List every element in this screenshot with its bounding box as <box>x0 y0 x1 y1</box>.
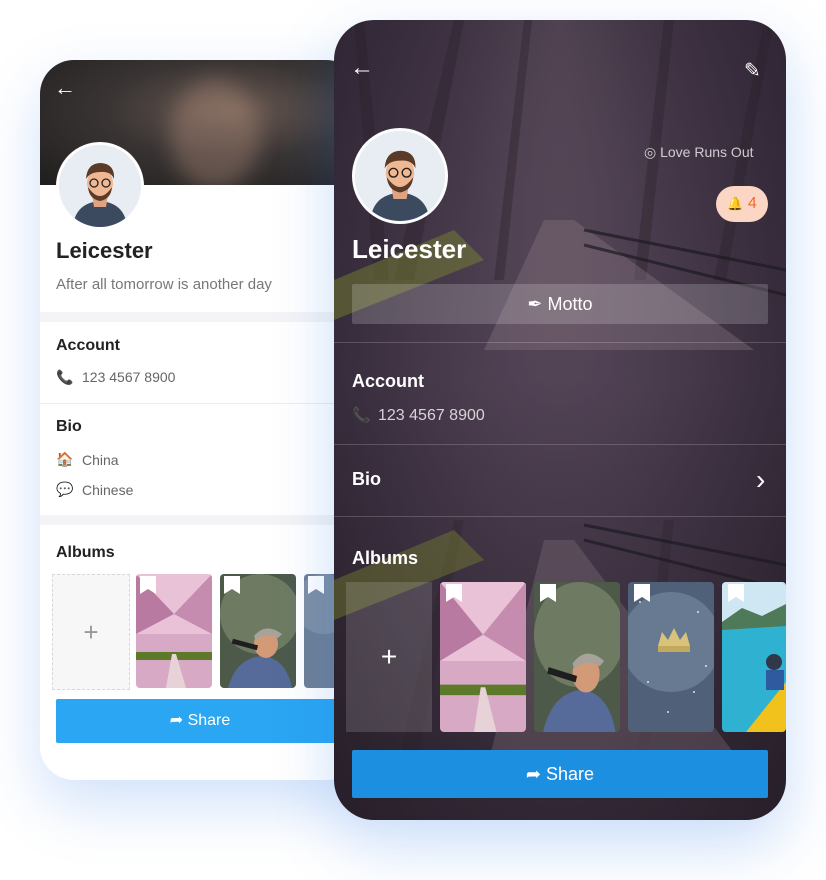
singer-photo <box>534 582 620 732</box>
notification-badge[interactable]: 🔔 4 <box>716 186 768 222</box>
album-thumb-cherry-blossom[interactable] <box>440 582 526 732</box>
speech-bubble-icon: 💬 <box>56 481 74 497</box>
crown-photo <box>628 582 714 732</box>
account-phone: 123 4567 8900 <box>82 369 176 385</box>
divider <box>40 403 360 404</box>
share-icon: ➦ <box>525 764 542 784</box>
divider <box>334 444 786 445</box>
bio-language: Chinese <box>82 482 134 498</box>
avatar-illustration <box>59 145 141 227</box>
disc-icon: ◎ <box>644 144 657 160</box>
now-playing[interactable]: ◎ Love Runs Out <box>644 144 754 161</box>
profile-card-light: ← Leicester After all tomorrow is anothe… <box>40 60 360 780</box>
albums-label: Albums <box>56 544 115 561</box>
avatar[interactable] <box>352 128 448 224</box>
avatar-illustration <box>355 131 445 221</box>
profile-name: Leicester <box>56 238 153 263</box>
cherry-blossom-photo <box>136 574 212 688</box>
share-label: Share <box>187 712 231 729</box>
album-thumb-kayak[interactable] <box>722 582 786 732</box>
edit-icon[interactable]: ✎ <box>744 58 761 83</box>
add-album-button[interactable]: + <box>52 574 130 690</box>
share-label: Share <box>546 764 595 784</box>
motto-button[interactable]: ✒ Motto <box>352 284 768 324</box>
section-divider <box>40 312 360 322</box>
profile-name: Leicester <box>352 234 467 264</box>
share-button[interactable]: ➦ Share <box>352 750 768 798</box>
back-arrow-icon[interactable]: ← <box>54 76 78 100</box>
avatar[interactable] <box>56 142 144 230</box>
badge-count: 4 <box>747 195 757 212</box>
account-label: Account <box>352 371 424 391</box>
cherry-blossom-photo <box>440 582 526 732</box>
phone-icon: 📞 <box>56 369 74 385</box>
account-label: Account <box>56 337 120 354</box>
profile-motto: After all tomorrow is another day <box>56 276 272 293</box>
singer-photo <box>220 574 296 688</box>
back-arrow-icon[interactable]: ← <box>350 56 374 80</box>
house-icon: 🏠 <box>56 451 74 467</box>
album-thumb-crown[interactable] <box>628 582 714 732</box>
album-thumb-singer[interactable] <box>534 582 620 732</box>
profile-card-dark: ← ✎ ◎ Love Runs Out 🔔 4 Leicester ✒ Mott… <box>334 20 786 820</box>
albums-label: Albums <box>352 548 419 568</box>
feather-icon: ✒ <box>527 294 543 314</box>
bio-location: China <box>82 452 119 468</box>
song-title: Love Runs Out <box>660 144 754 160</box>
share-icon: ➦ <box>169 712 184 729</box>
add-album-button[interactable]: + <box>346 582 432 732</box>
share-button[interactable]: ➦ Share <box>56 699 344 743</box>
motto-label: Motto <box>547 294 593 314</box>
divider <box>334 342 786 343</box>
divider <box>334 516 786 517</box>
album-thumb-cherry-blossom[interactable] <box>136 574 212 688</box>
account-phone: 123 4567 8900 <box>378 407 485 424</box>
bell-icon: 🔔 <box>727 196 744 211</box>
phone-icon: 📞 <box>352 407 371 424</box>
album-thumb-singer[interactable] <box>220 574 296 688</box>
chevron-right-icon[interactable]: › <box>756 464 765 496</box>
bio-label: Bio <box>352 469 381 489</box>
section-divider <box>40 515 360 525</box>
bio-label: Bio <box>56 418 82 435</box>
kayak-photo <box>722 582 786 732</box>
